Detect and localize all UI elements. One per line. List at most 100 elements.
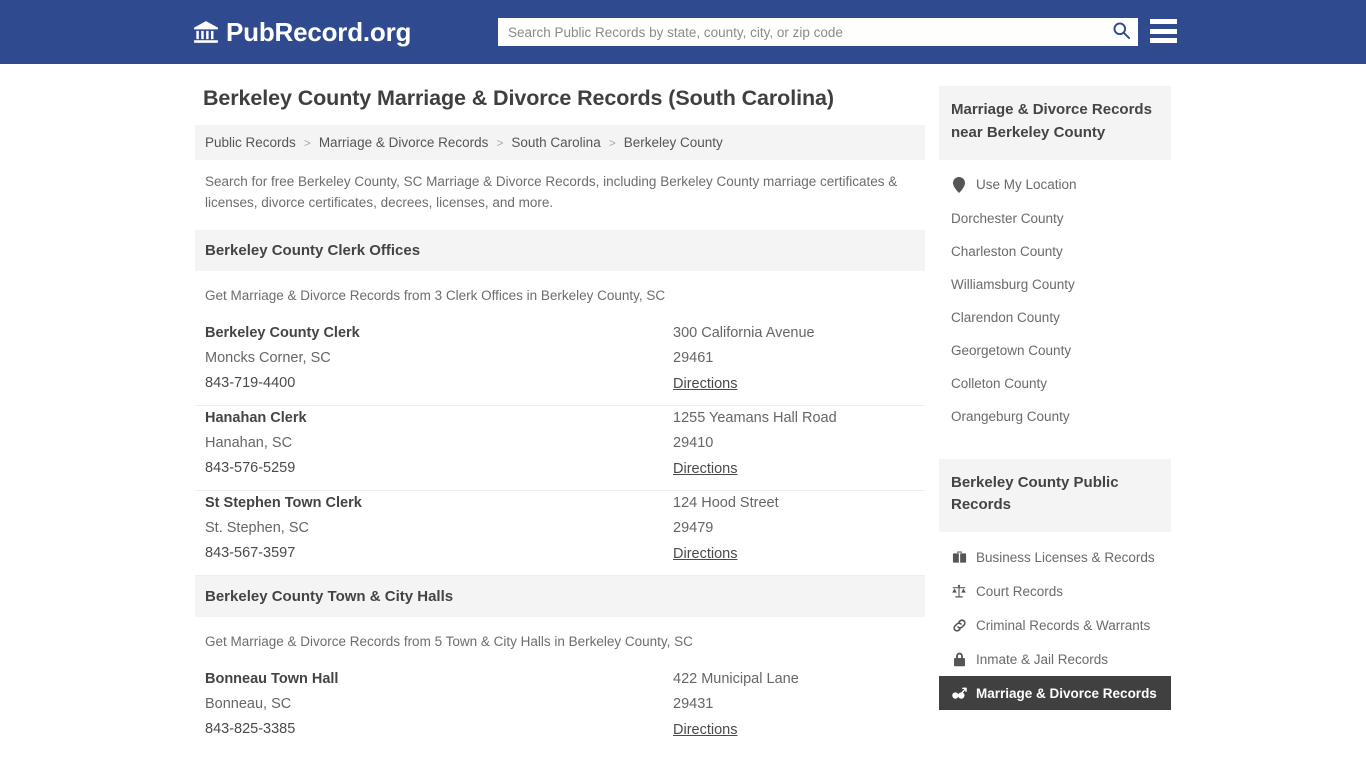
listing-left: Berkeley County Clerk Moncks Corner, SC … bbox=[205, 325, 673, 393]
table-row: Bonneau Town Hall Bonneau, SC 843-825-33… bbox=[195, 667, 925, 751]
breadcrumb-item-south-carolina[interactable]: South Carolina bbox=[511, 135, 600, 150]
sidebar-heading-nearby: Marriage & Divorce Records near Berkeley… bbox=[939, 86, 1171, 160]
section-subtitle-town-city-halls: Get Marriage & Divorce Records from 5 To… bbox=[205, 633, 693, 649]
breadcrumb-separator-icon: > bbox=[496, 135, 504, 150]
listing-zip: 29461 bbox=[673, 349, 714, 366]
search-bar bbox=[498, 18, 1138, 46]
main-column: Berkeley County Marriage & Divorce Recor… bbox=[195, 86, 925, 751]
listing-zip: 29410 bbox=[673, 434, 714, 451]
site-header: PubRecord.org bbox=[0, 0, 1366, 64]
listing-phone[interactable]: 843-567-3597 bbox=[205, 545, 673, 561]
sidebar-item-georgetown-county[interactable]: Georgetown County bbox=[939, 334, 1171, 367]
directions-link[interactable]: Directions bbox=[673, 461, 737, 477]
sidebar-item-use-my-location[interactable]: Use My Location bbox=[939, 168, 1171, 202]
section-subtitle-clerk-offices: Get Marriage & Divorce Records from 3 Cl… bbox=[205, 287, 666, 303]
sidebar-item-williamsburg-county[interactable]: Williamsburg County bbox=[939, 268, 1171, 301]
hamburger-bar bbox=[1150, 19, 1177, 24]
table-row: Hanahan Clerk Hanahan, SC 843-576-5259 1… bbox=[195, 406, 925, 491]
breadcrumb: Public Records > Marriage & Divorce Reco… bbox=[195, 125, 925, 160]
search-icon bbox=[1112, 21, 1131, 43]
chain-link-icon bbox=[951, 617, 967, 633]
search-input[interactable] bbox=[498, 19, 1104, 45]
sidebar-item-clarendon-county[interactable]: Clarendon County bbox=[939, 301, 1171, 334]
content-container: Berkeley County Marriage & Divorce Recor… bbox=[195, 86, 1171, 751]
sidebar-item-label: Inmate & Jail Records bbox=[976, 651, 1109, 667]
listing-city-state: Moncks Corner, SC bbox=[205, 349, 331, 366]
scales-of-justice-icon bbox=[951, 583, 967, 599]
breadcrumb-item-public-records[interactable]: Public Records bbox=[205, 135, 296, 150]
sidebar-item-label: Dorchester County bbox=[951, 210, 1064, 226]
sidebar-item-label: Georgetown County bbox=[951, 342, 1072, 358]
listing-phone[interactable]: 843-719-4400 bbox=[205, 375, 673, 391]
sidebar-nearby-list: Use My Location Dorchester County Charle… bbox=[939, 160, 1171, 437]
sidebar-item-business-licenses-records[interactable]: Business Licenses & Records bbox=[939, 540, 1171, 574]
hamburger-menu-icon[interactable] bbox=[1150, 19, 1177, 43]
breadcrumb-separator-icon: > bbox=[608, 135, 616, 150]
listing-left: St Stephen Town Clerk St. Stephen, SC 84… bbox=[205, 495, 673, 563]
directions-link[interactable]: Directions bbox=[673, 546, 737, 562]
listing-city-state: Hanahan, SC bbox=[205, 434, 293, 451]
listing-right: 300 California Avenue 29461 Directions bbox=[673, 325, 915, 393]
breadcrumb-separator-icon: > bbox=[303, 135, 311, 150]
listing-name: Berkeley County Clerk bbox=[205, 324, 360, 341]
sidebar-item-label: Clarendon County bbox=[951, 309, 1060, 325]
mars-venus-icon bbox=[951, 685, 967, 701]
sidebar-item-dorchester-county[interactable]: Dorchester County bbox=[939, 202, 1171, 235]
hamburger-bar bbox=[1150, 38, 1177, 43]
breadcrumb-item-marriage-divorce-records[interactable]: Marriage & Divorce Records bbox=[319, 135, 489, 150]
listing-zip: 29431 bbox=[673, 695, 714, 712]
sidebar-item-court-records[interactable]: Court Records bbox=[939, 574, 1171, 608]
sidebar-item-label: Williamsburg County bbox=[951, 276, 1075, 292]
section-header-clerk-offices: Berkeley County Clerk Offices bbox=[195, 229, 925, 271]
listing-zip: 29479 bbox=[673, 519, 714, 536]
listing-name: Bonneau Town Hall bbox=[205, 670, 339, 687]
sidebar-item-orangeburg-county[interactable]: Orangeburg County bbox=[939, 400, 1171, 433]
sidebar-item-label: Colleton County bbox=[951, 375, 1048, 391]
directions-link[interactable]: Directions bbox=[673, 722, 737, 738]
listing-city-state: Bonneau, SC bbox=[205, 695, 292, 712]
sidebar-public-records-list: Business Licenses & Records Court Record… bbox=[939, 532, 1171, 714]
listing-phone[interactable]: 843-825-3385 bbox=[205, 721, 673, 737]
listing-right: 422 Municipal Lane 29431 Directions bbox=[673, 671, 915, 739]
listing-address: 422 Municipal Lane bbox=[673, 670, 799, 687]
breadcrumb-item-berkeley-county[interactable]: Berkeley County bbox=[624, 135, 723, 150]
listing-left: Bonneau Town Hall Bonneau, SC 843-825-33… bbox=[205, 671, 673, 739]
sidebar: Marriage & Divorce Records near Berkeley… bbox=[939, 86, 1171, 714]
site-logo-text: PubRecord.org bbox=[226, 16, 412, 47]
sidebar-item-label: Orangeburg County bbox=[951, 408, 1070, 424]
briefcase-icon bbox=[951, 549, 967, 565]
hamburger-bar bbox=[1150, 28, 1177, 34]
lock-icon bbox=[951, 651, 967, 667]
listing-name: Hanahan Clerk bbox=[205, 409, 307, 426]
listing-address: 300 California Avenue bbox=[673, 324, 815, 341]
sidebar-item-label: Business Licenses & Records bbox=[976, 549, 1155, 565]
sidebar-item-inmate-jail-records[interactable]: Inmate & Jail Records bbox=[939, 642, 1171, 676]
listing-phone[interactable]: 843-576-5259 bbox=[205, 460, 673, 476]
table-row: St Stephen Town Clerk St. Stephen, SC 84… bbox=[195, 491, 925, 576]
bank-building-icon bbox=[193, 19, 219, 45]
directions-link[interactable]: Directions bbox=[673, 376, 737, 392]
sidebar-item-criminal-records-warrants[interactable]: Criminal Records & Warrants bbox=[939, 608, 1171, 642]
sidebar-item-label: Use My Location bbox=[976, 177, 1077, 193]
sidebar-item-colleton-county[interactable]: Colleton County bbox=[939, 367, 1171, 400]
listing-left: Hanahan Clerk Hanahan, SC 843-576-5259 bbox=[205, 410, 673, 478]
listing-city-state: St. Stephen, SC bbox=[205, 519, 309, 536]
sidebar-item-marriage-divorce-records[interactable]: Marriage & Divorce Records bbox=[939, 676, 1171, 711]
search-button[interactable] bbox=[1104, 18, 1138, 46]
sidebar-item-label: Criminal Records & Warrants bbox=[976, 617, 1151, 633]
listing-address: 1255 Yeamans Hall Road bbox=[673, 409, 837, 426]
listing-right: 124 Hood Street 29479 Directions bbox=[673, 495, 915, 563]
sidebar-item-charleston-county[interactable]: Charleston County bbox=[939, 235, 1171, 268]
sidebar-item-label: Charleston County bbox=[951, 243, 1063, 259]
listing-address: 124 Hood Street bbox=[673, 494, 779, 511]
page-body: Berkeley County Marriage & Divorce Recor… bbox=[0, 64, 1366, 751]
map-pin-icon bbox=[951, 176, 967, 193]
section-header-town-city-halls: Berkeley County Town & City Halls bbox=[195, 575, 925, 617]
site-logo[interactable]: PubRecord.org bbox=[193, 17, 411, 48]
page-title: Berkeley County Marriage & Divorce Recor… bbox=[203, 86, 834, 110]
sidebar-item-label: Court Records bbox=[976, 583, 1064, 599]
listing-name: St Stephen Town Clerk bbox=[205, 494, 362, 511]
intro-description: Search for free Berkeley County, SC Marr… bbox=[205, 174, 898, 210]
sidebar-item-label: Marriage & Divorce Records bbox=[976, 685, 1157, 701]
